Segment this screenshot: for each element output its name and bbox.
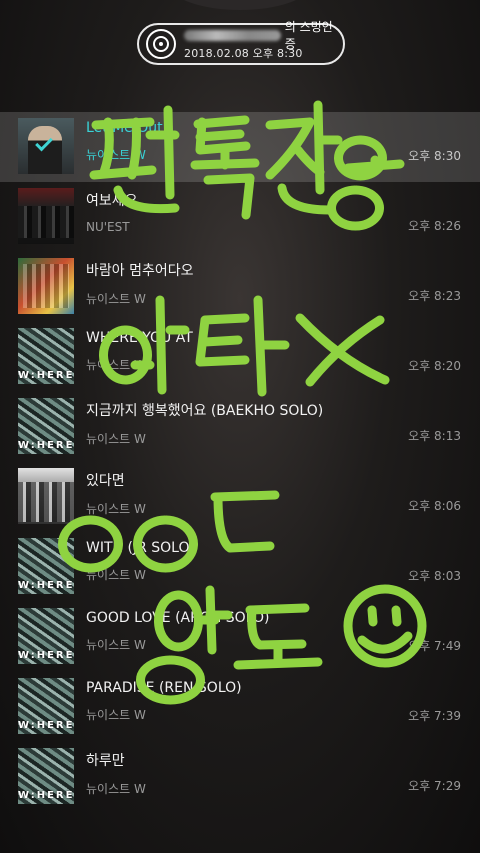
track-artist: 뉴이스트 W	[86, 638, 146, 652]
played-time: 오후 7:49	[408, 639, 461, 653]
track-row[interactable]: W:HERE WHERE YOU AT 뉴이스트 W 오후 8:20	[0, 322, 480, 392]
track-info: 하루만뉴이스트 W	[86, 750, 146, 797]
album-art-label: W:HERE	[18, 790, 74, 801]
track-title: PARADISE (REN SOLO)	[86, 680, 242, 696]
track-artist: 뉴이스트 W	[86, 358, 146, 372]
track-artist: NU'EST	[86, 220, 130, 234]
track-title: 하루만	[86, 753, 125, 769]
disc-icon	[146, 29, 176, 59]
album-cover-thumbnail	[18, 468, 74, 524]
badge-title: 의 스밍인증	[184, 20, 343, 51]
top-arc-decoration	[170, 0, 310, 10]
track-row[interactable]: 바람아 멈추어다오뉴이스트 W 오후 8:23	[0, 252, 480, 322]
track-info: WHERE YOU AT 뉴이스트 W	[86, 330, 193, 373]
album-cover-thumbnail: W:HERE	[18, 398, 74, 454]
album-art	[18, 188, 74, 244]
track-title: GOOD LOVE (ARON SOLO)	[86, 610, 270, 626]
played-time: 오후 8:13	[408, 429, 461, 443]
track-title: Let Me Out	[86, 120, 163, 136]
played-time: 오후 7:39	[408, 709, 461, 723]
track-title: WHERE YOU AT	[86, 330, 193, 346]
track-title: 바람아 멈추어다오	[86, 263, 194, 279]
track-row[interactable]: W:HERE GOOD LOVE (ARON SOLO) 뉴이스트 W 오후 7:49	[0, 602, 480, 672]
album-art: W:HERE	[18, 748, 74, 804]
badge-text: 의 스밍인증 2018.02.08 오후 8:30	[184, 20, 343, 61]
album-art-figure	[23, 264, 69, 308]
album-art-figure	[18, 482, 74, 522]
track-title: 지금까지 행복했어요 (BAEKHO SOLO)	[86, 403, 324, 419]
album-art: W:HERE	[18, 328, 74, 384]
track-row[interactable]: Let Me Out 뉴이스트 W 오후 8:30	[0, 112, 480, 182]
played-time: 오후 7:29	[408, 779, 461, 793]
track-row[interactable]: W:HERE 지금까지 행복했어요 (BAEKHO SOLO) 뉴이스트 W 오후 8…	[0, 392, 480, 462]
track-artist: 뉴이스트 W	[86, 568, 146, 582]
album-cover-thumbnail	[18, 188, 74, 244]
album-art: W:HERE	[18, 678, 74, 734]
track-artist: 뉴이스트 W	[86, 782, 146, 796]
album-cover-thumbnail: W:HERE	[18, 608, 74, 664]
track-info: PARADISE (REN SOLO) 뉴이스트 W	[86, 680, 242, 723]
track-artist: 뉴이스트 W	[86, 708, 146, 722]
track-artist: 뉴이스트 W	[86, 502, 146, 516]
badge-timestamp: 2018.02.08 오후 8:30	[184, 47, 303, 60]
track-artist: 뉴이스트 W	[86, 148, 146, 162]
album-art-label: W:HERE	[18, 580, 74, 591]
track-row[interactable]: W:HERE 하루만뉴이스트 W 오후 7:29	[0, 742, 480, 812]
track-info: 있다면뉴이스트 W	[86, 470, 146, 517]
redacted-username	[184, 29, 281, 41]
track-row[interactable]: 있다면뉴이스트 W 오후 8:06	[0, 462, 480, 532]
album-art: W:HERE	[18, 608, 74, 664]
track-title: 있다면	[86, 473, 125, 489]
album-art-label: W:HERE	[18, 440, 74, 451]
album-cover-thumbnail	[18, 258, 74, 314]
played-time: 오후 8:03	[408, 569, 461, 583]
track-row[interactable]: W:HERE PARADISE (REN SOLO) 뉴이스트 W 오후 7:39	[0, 672, 480, 742]
album-cover-thumbnail: W:HERE	[18, 328, 74, 384]
track-title: WITH (JR SOLO)	[86, 540, 195, 556]
track-info: 바람아 멈추어다오뉴이스트 W	[86, 260, 194, 307]
track-info: 여보세요 NU'EST	[86, 190, 138, 234]
streaming-verification-badge: 의 스밍인증 2018.02.08 오후 8:30	[137, 20, 345, 65]
album-cover-thumbnail: W:HERE	[18, 538, 74, 594]
track-artist: 뉴이스트 W	[86, 292, 146, 306]
album-art-figure	[18, 206, 74, 238]
played-time: 오후 8:06	[408, 499, 461, 513]
track-info: GOOD LOVE (ARON SOLO) 뉴이스트 W	[86, 610, 269, 653]
album-art-label: W:HERE	[18, 720, 74, 731]
played-time: 오후 8:20	[408, 359, 461, 373]
album-art: W:HERE	[18, 538, 74, 594]
track-row[interactable]: W:HERE WITH (JR SOLO) 뉴이스트 W 오후 8:03	[0, 532, 480, 602]
played-time: 오후 8:26	[408, 219, 461, 233]
track-info: WITH (JR SOLO) 뉴이스트 W	[86, 540, 195, 583]
album-art: W:HERE	[18, 398, 74, 454]
track-row[interactable]: 여보세요 NU'EST 오후 8:26	[0, 182, 480, 252]
album-cover-thumbnail: W:HERE	[18, 748, 74, 804]
album-art	[18, 468, 74, 524]
track-info: 지금까지 행복했어요 (BAEKHO SOLO) 뉴이스트 W	[86, 400, 323, 447]
track-artist: 뉴이스트 W	[86, 432, 146, 446]
track-info: Let Me Out 뉴이스트 W	[86, 120, 163, 163]
track-title: 여보세요	[86, 193, 138, 209]
played-time: 오후 8:23	[408, 289, 461, 303]
album-art-label: W:HERE	[18, 370, 74, 381]
album-art	[18, 258, 74, 314]
album-cover-thumbnail: W:HERE	[18, 678, 74, 734]
played-time: 오후 8:30	[408, 149, 461, 163]
album-art-label: W:HERE	[18, 650, 74, 661]
recent-tracks-list: Let Me Out 뉴이스트 W 오후 8:30 여보세요 NU'EST 오후 8:26…	[0, 112, 480, 812]
